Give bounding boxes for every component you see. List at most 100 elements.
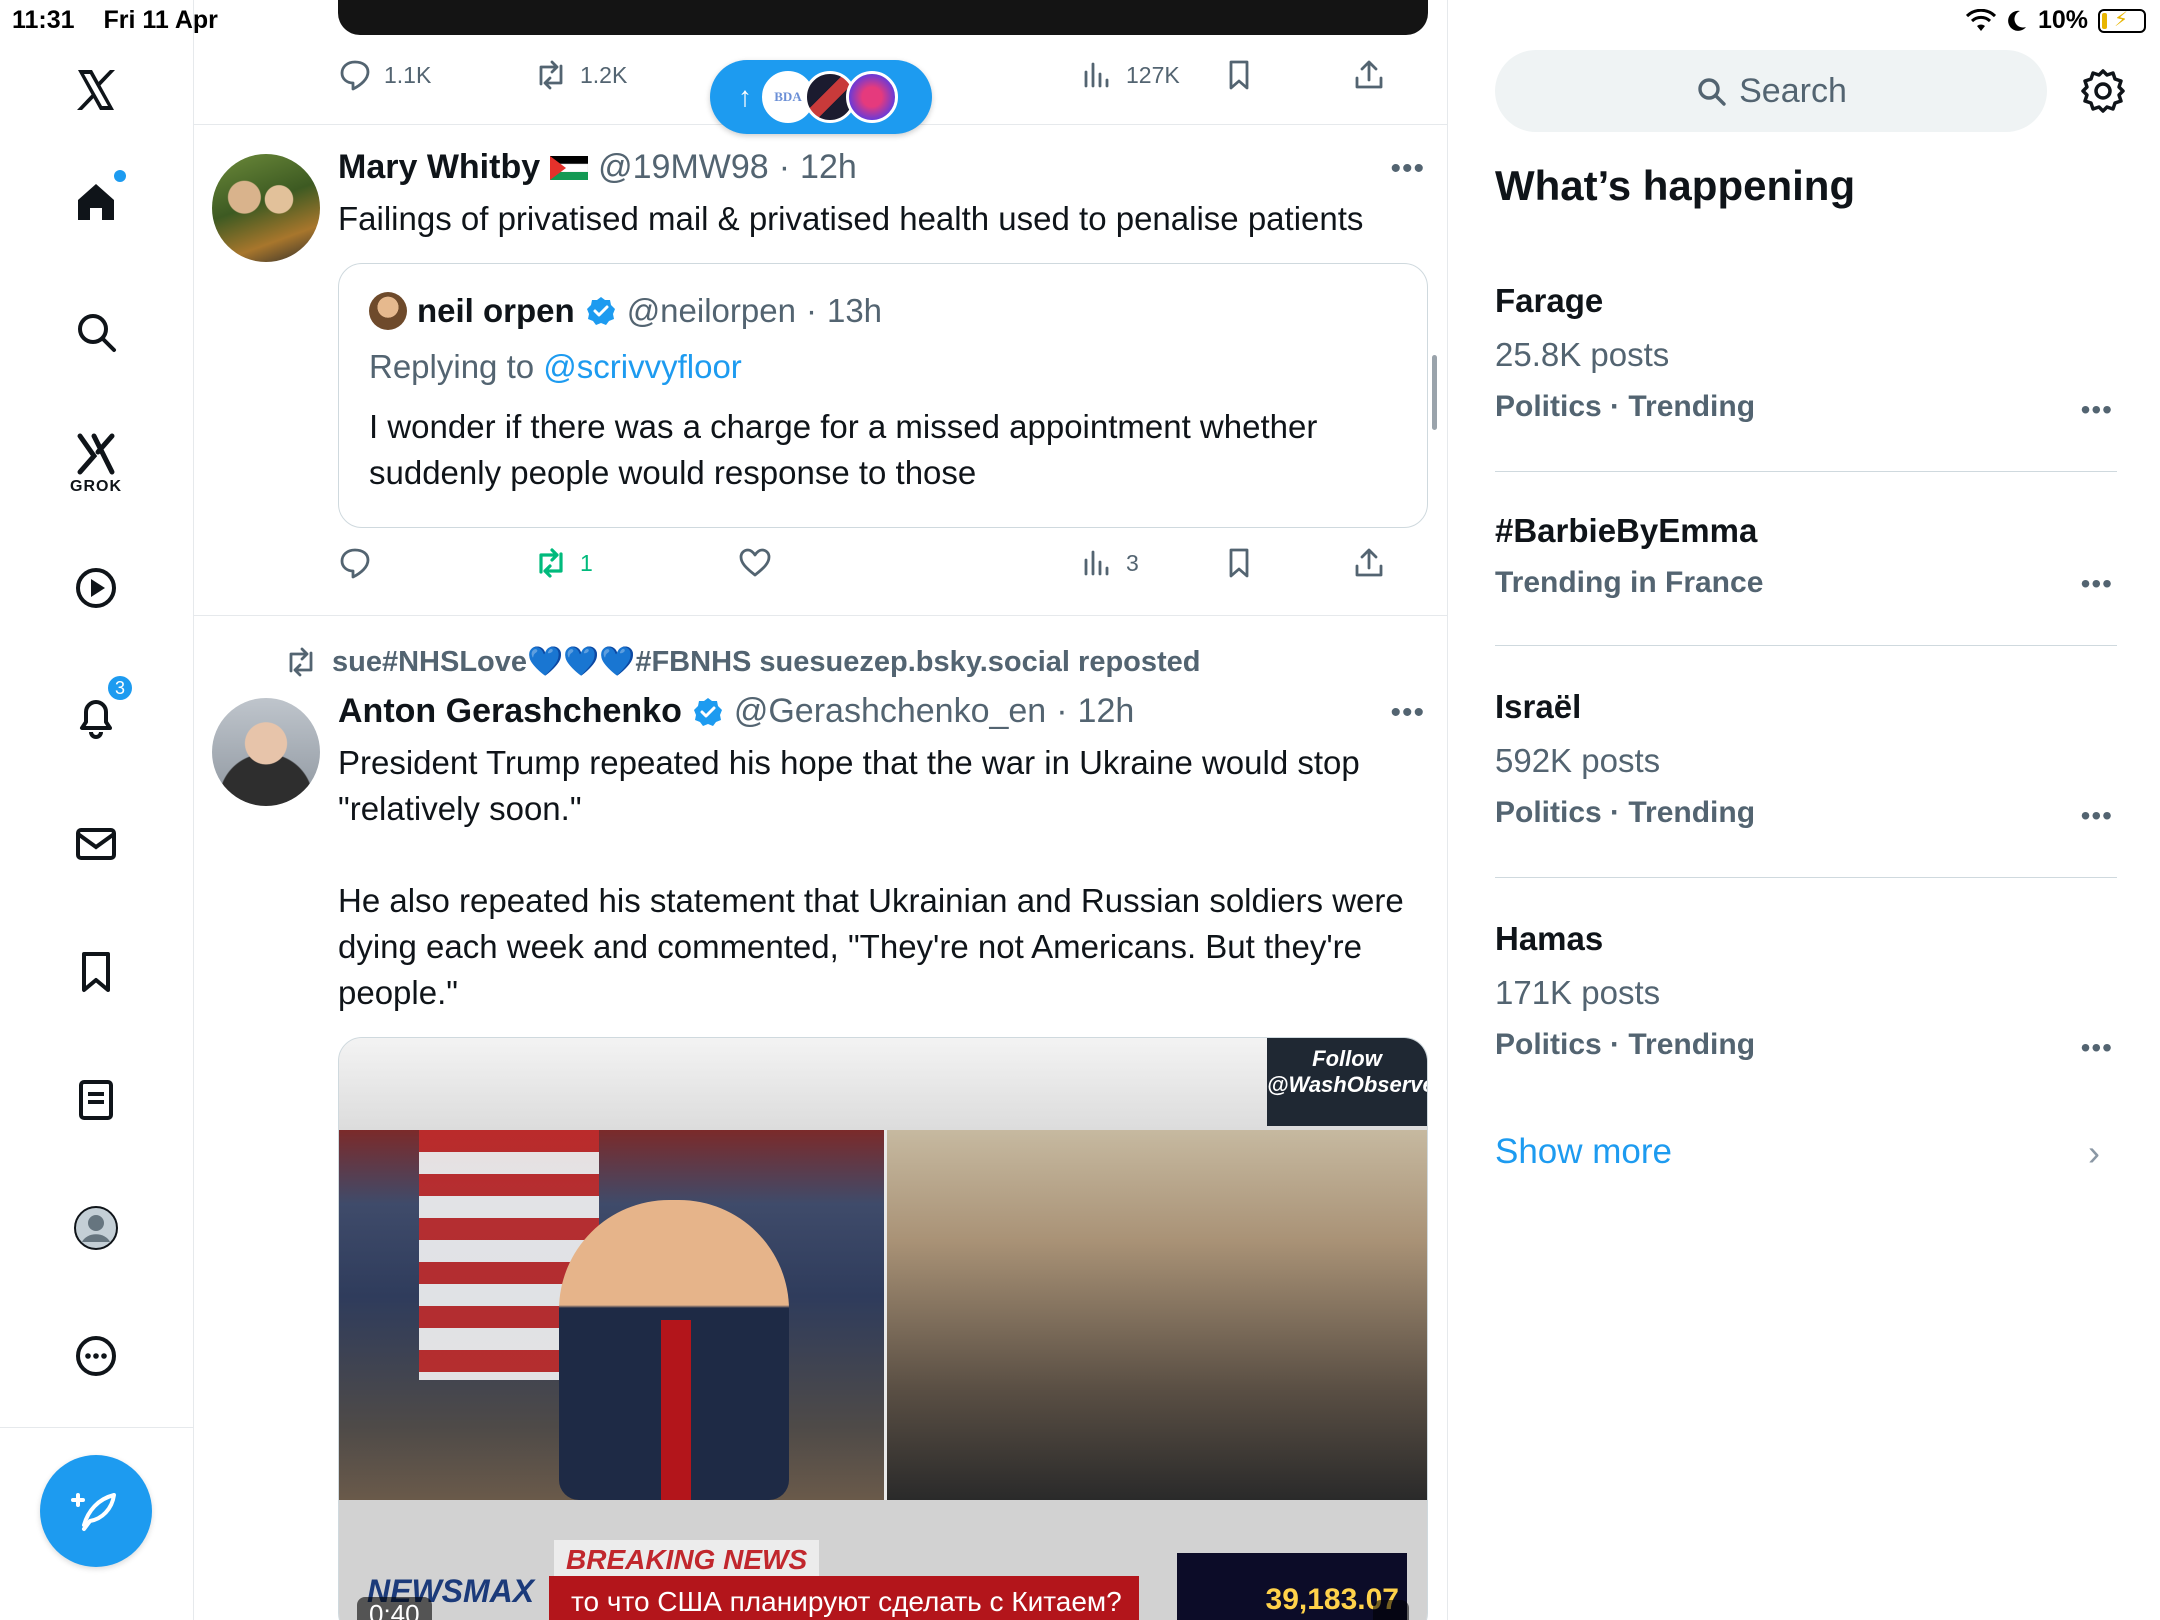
timeline-feed: 1.1K 1.2K 127K Mary Whitby @19MW98 · 12h… [194,0,1448,1620]
share-button[interactable] [1352,546,1386,580]
avatar [369,292,407,330]
lists-icon[interactable] [62,1066,130,1134]
bookmark-icon [1229,548,1249,578]
more-options-icon[interactable]: ••• [2081,1032,2113,1064]
home-unread-dot [114,170,126,182]
tweet-time[interactable]: 12h [800,148,857,187]
search-placeholder: Search [1739,71,1847,110]
video-icon[interactable] [62,554,130,622]
new-posts-pill[interactable]: ↑ BDA [710,60,932,134]
more-options-icon[interactable]: ••• [2081,568,2113,600]
views-count: 127K [1126,61,1180,88]
search-icon [1698,78,1726,106]
quote-header: neil orpen @neilorpen · 13h [369,292,882,330]
heart-icon [739,548,771,577]
separator-dot: · [778,148,791,186]
views-button[interactable]: 3 [1080,546,1139,580]
more-options-icon[interactable]: ••• [1390,696,1425,730]
compose-button[interactable] [40,1455,152,1567]
views-count: 3 [1126,549,1139,576]
author-handle[interactable]: @19MW98 [598,148,769,187]
mail-icon[interactable] [62,810,130,878]
bookmark-button[interactable] [1222,58,1256,92]
scrollbar-thumb[interactable] [1432,355,1437,430]
author-handle[interactable]: @Gerashchenko_en [734,692,1046,731]
repost-count: 1.2K [580,61,628,88]
quote-author-handle: @neilorpen [626,292,796,329]
more-options-icon[interactable]: ••• [1390,152,1425,186]
palestine-flag-icon [550,155,589,180]
author-name[interactable]: Anton Gerashchenko [338,692,682,731]
bookmark-button[interactable] [1222,546,1256,580]
tweet-header: Mary Whitby @19MW98 · 12h [338,148,857,187]
views-button[interactable]: 127K [1080,58,1180,92]
quoted-tweet[interactable]: neil orpen @neilorpen · 13h Replying to … [338,263,1428,528]
trend-item[interactable]: Israël 592K posts Politics · Trending ••… [1495,688,2117,832]
trend-divider [1495,877,2117,878]
video-player[interactable]: BREAKING NEWS то что США планируют сдела… [338,1037,1428,1620]
notifications-badge: 3 [106,674,134,702]
author-name[interactable]: Mary Whitby [338,148,540,187]
tweet-text-paragraph-2: He also repeated his statement that Ukra… [338,882,1404,1011]
repost-button[interactable]: 1.2K [534,58,627,92]
share-icon [1355,60,1383,89]
chevron-right-icon[interactable]: › [2088,1132,2100,1174]
trend-divider [1495,471,2117,472]
bookmark-icon [1229,60,1249,90]
previous-tweet-media[interactable] [338,0,1428,35]
trend-meta: Trending in France [1495,566,1764,599]
share-button[interactable] [1352,58,1386,92]
grok-icon[interactable]: GROK [62,420,130,495]
right-sidebar: Search What’s happening Farage 25.8K pos… [1448,0,2160,1620]
bookmark-icon[interactable] [62,938,130,1006]
breaking-news-label: BREAKING NEWS [554,1540,820,1580]
follow-watermark: Follow @WashObserver [1267,1038,1427,1126]
separator-dot: · [805,292,817,329]
repost-button[interactable]: 1 [534,546,593,580]
home-icon[interactable] [62,168,130,236]
show-more-link[interactable]: Show more [1495,1132,1672,1172]
trend-count: 592K posts [1495,742,1661,779]
replying-prefix: Replying to [369,348,535,385]
x-logo-icon[interactable] [62,56,130,124]
more-options-icon[interactable]: ••• [2081,394,2113,426]
repost-icon [539,60,563,90]
reply-button[interactable]: 1.1K [338,58,431,92]
mute-icon[interactable] [1373,1600,1409,1620]
whats-happening-title: What’s happening [1495,162,1856,209]
trend-meta: Politics · Trending [1495,796,1756,829]
quote-author-name: neil orpen [417,292,575,329]
search-input[interactable]: Search [1495,50,2047,132]
tweet-text: Failings of privatised mail & privatised… [338,200,1364,237]
quote-text: I wonder if there was a charge for a mis… [369,408,1318,491]
more-icon[interactable] [62,1322,130,1390]
more-options-icon[interactable]: ••• [2081,800,2113,832]
avatar[interactable] [212,154,320,262]
trend-item[interactable]: Farage 25.8K posts Politics · Trending •… [1495,282,2117,426]
repost-icon [539,548,563,578]
left-nav: GROK 3 [0,0,194,1620]
trend-item[interactable]: #BarbieByEmma Trending in France ••• [1495,512,2117,600]
replying-to-link[interactable]: @scrivvyfloor [543,348,742,385]
search-icon[interactable] [62,298,130,366]
video-left-pane [339,1130,884,1500]
grok-label: GROK [70,478,122,495]
trend-item[interactable]: Hamas 171K posts Politics · Trending ••• [1495,920,2117,1064]
profile-icon[interactable] [62,1194,130,1262]
repost-count: 1 [580,549,593,576]
reply-button[interactable] [338,546,372,580]
like-button[interactable] [738,546,772,580]
trend-name: Hamas [1495,920,1604,957]
video-duration: 0:40 [357,1597,432,1620]
bell-icon[interactable]: 3 [62,674,134,750]
video-tie [661,1320,691,1500]
views-icon [1084,550,1109,576]
avatar[interactable] [212,698,320,806]
gear-icon[interactable] [2078,66,2128,116]
avatar [846,71,898,123]
tweet-time[interactable]: 12h [1078,692,1135,731]
trend-name: Israël [1495,688,1582,725]
trend-divider [1495,645,2117,646]
tweet-divider [194,615,1447,616]
repost-context[interactable]: sue#NHSLove💙💙💙#FBNHS suesuezep.bsky.soci… [284,645,1201,679]
